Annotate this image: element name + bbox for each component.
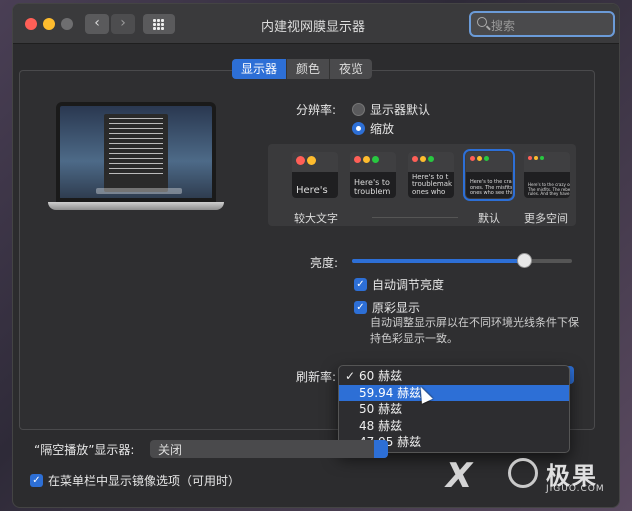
scale-sample-text: Here's to the crazy ones The misfits. Th… xyxy=(528,182,570,196)
caption-default: 默认 xyxy=(478,212,500,225)
scale-sample-text: Here's xyxy=(296,184,328,196)
radio-default-label: 显示器默认 xyxy=(370,103,431,117)
divider xyxy=(372,217,458,218)
forward-button[interactable]: › xyxy=(111,14,135,34)
zoom-button[interactable] xyxy=(61,18,73,30)
macbook-image xyxy=(48,102,224,210)
scale-option-larger-text[interactable]: Here's xyxy=(292,152,338,198)
brightness-label: 亮度: xyxy=(310,256,339,270)
watermark-url: JIGUO.COM xyxy=(546,484,605,494)
search-placeholder: 搜索 xyxy=(491,19,516,33)
brightness-slider-fill xyxy=(352,259,524,263)
radio-scaled-label: 缩放 xyxy=(370,122,395,136)
auto-brightness-checkbox[interactable]: ✓ xyxy=(354,278,367,291)
title-bar: ‹ › 内建视网膜显示器 搜索 xyxy=(13,4,619,44)
menu-item-59-94hz[interactable]: 59.94 赫兹 xyxy=(339,384,569,401)
scale-option-3[interactable]: Here's to t troublemak ones who xyxy=(408,152,454,198)
radio-scaled[interactable] xyxy=(352,122,365,135)
true-tone-description: 自动调整显示屏以在不同环境光线条件下保持色彩显示一致。 xyxy=(370,316,579,345)
caption-more-space: 更多空间 xyxy=(524,212,568,225)
menu-item-60hz[interactable]: ✓ 60 赫兹 xyxy=(339,368,569,385)
menu-item-48hz[interactable]: 48 赫兹 xyxy=(339,418,569,435)
scale-sample-text: Here's to the crazy ones. The misfits. o… xyxy=(470,179,512,196)
menu-item-label: 60 赫兹 xyxy=(359,369,403,383)
scale-option-default[interactable]: Here's to the crazy ones. The misfits. o… xyxy=(463,149,515,201)
menu-item-label: 48 赫兹 xyxy=(359,418,403,433)
back-button[interactable]: ‹ xyxy=(85,14,109,34)
mirror-option-checkbox[interactable]: ✓ xyxy=(30,474,43,487)
mirror-option-label: 在菜单栏中显示镜像选项（可用时） xyxy=(48,474,241,488)
checkmark-icon: ✓ xyxy=(345,369,356,383)
scale-option-more-space[interactable]: Here's to the crazy ones The misfits. Th… xyxy=(524,152,570,198)
true-tone-checkbox[interactable]: ✓ xyxy=(354,301,367,314)
tab-bar: 显示器 颜色 夜览 xyxy=(232,59,373,79)
chevron-updown-icon xyxy=(374,440,388,458)
airplay-popup[interactable]: 关闭 xyxy=(150,440,388,458)
checkmark-icon: ✓ xyxy=(356,279,365,290)
show-all-button[interactable] xyxy=(143,14,175,34)
watermark-logo: X 极果 JIGUO.COM xyxy=(446,456,605,496)
window-title: 内建视网膜显示器 xyxy=(260,20,365,35)
radio-default-resolution[interactable] xyxy=(352,103,365,116)
menu-item-label: 50 赫兹 xyxy=(359,402,403,416)
true-tone-label: 原彩显示 xyxy=(372,301,421,315)
tab-display[interactable]: 显示器 xyxy=(232,59,288,79)
search-icon xyxy=(477,17,487,27)
menu-item-label: 59.94 赫兹 xyxy=(359,385,422,400)
scale-option-2[interactable]: Here's to troublem xyxy=(350,152,396,198)
chevron-right-icon: › xyxy=(120,15,126,31)
tab-night-shift[interactable]: 夜览 xyxy=(330,59,372,79)
brightness-slider[interactable] xyxy=(352,253,572,268)
minimize-button[interactable] xyxy=(43,18,55,30)
airplay-value: 关闭 xyxy=(158,443,183,457)
checkmark-icon: ✓ xyxy=(356,302,365,313)
resolution-label: 分辨率: xyxy=(296,103,337,117)
checkmark-icon: ✓ xyxy=(32,475,41,486)
close-button[interactable] xyxy=(25,18,37,30)
refresh-rate-label: 刷新率: xyxy=(296,370,337,384)
caption-larger-text: 较大文字 xyxy=(294,212,338,225)
auto-brightness-label: 自动调节亮度 xyxy=(372,278,445,292)
airplay-label: “隔空播放”显示器: xyxy=(34,443,135,457)
scale-sample-text: Here's to troublem xyxy=(354,178,391,196)
tab-color[interactable]: 颜色 xyxy=(287,59,331,79)
chevron-left-icon: ‹ xyxy=(94,15,100,31)
menu-item-50hz[interactable]: 50 赫兹 xyxy=(339,401,569,418)
brightness-slider-knob[interactable] xyxy=(516,253,532,268)
scale-sample-text: Here's to t troublemak ones who xyxy=(412,172,453,196)
search-field[interactable]: 搜索 xyxy=(469,11,615,37)
